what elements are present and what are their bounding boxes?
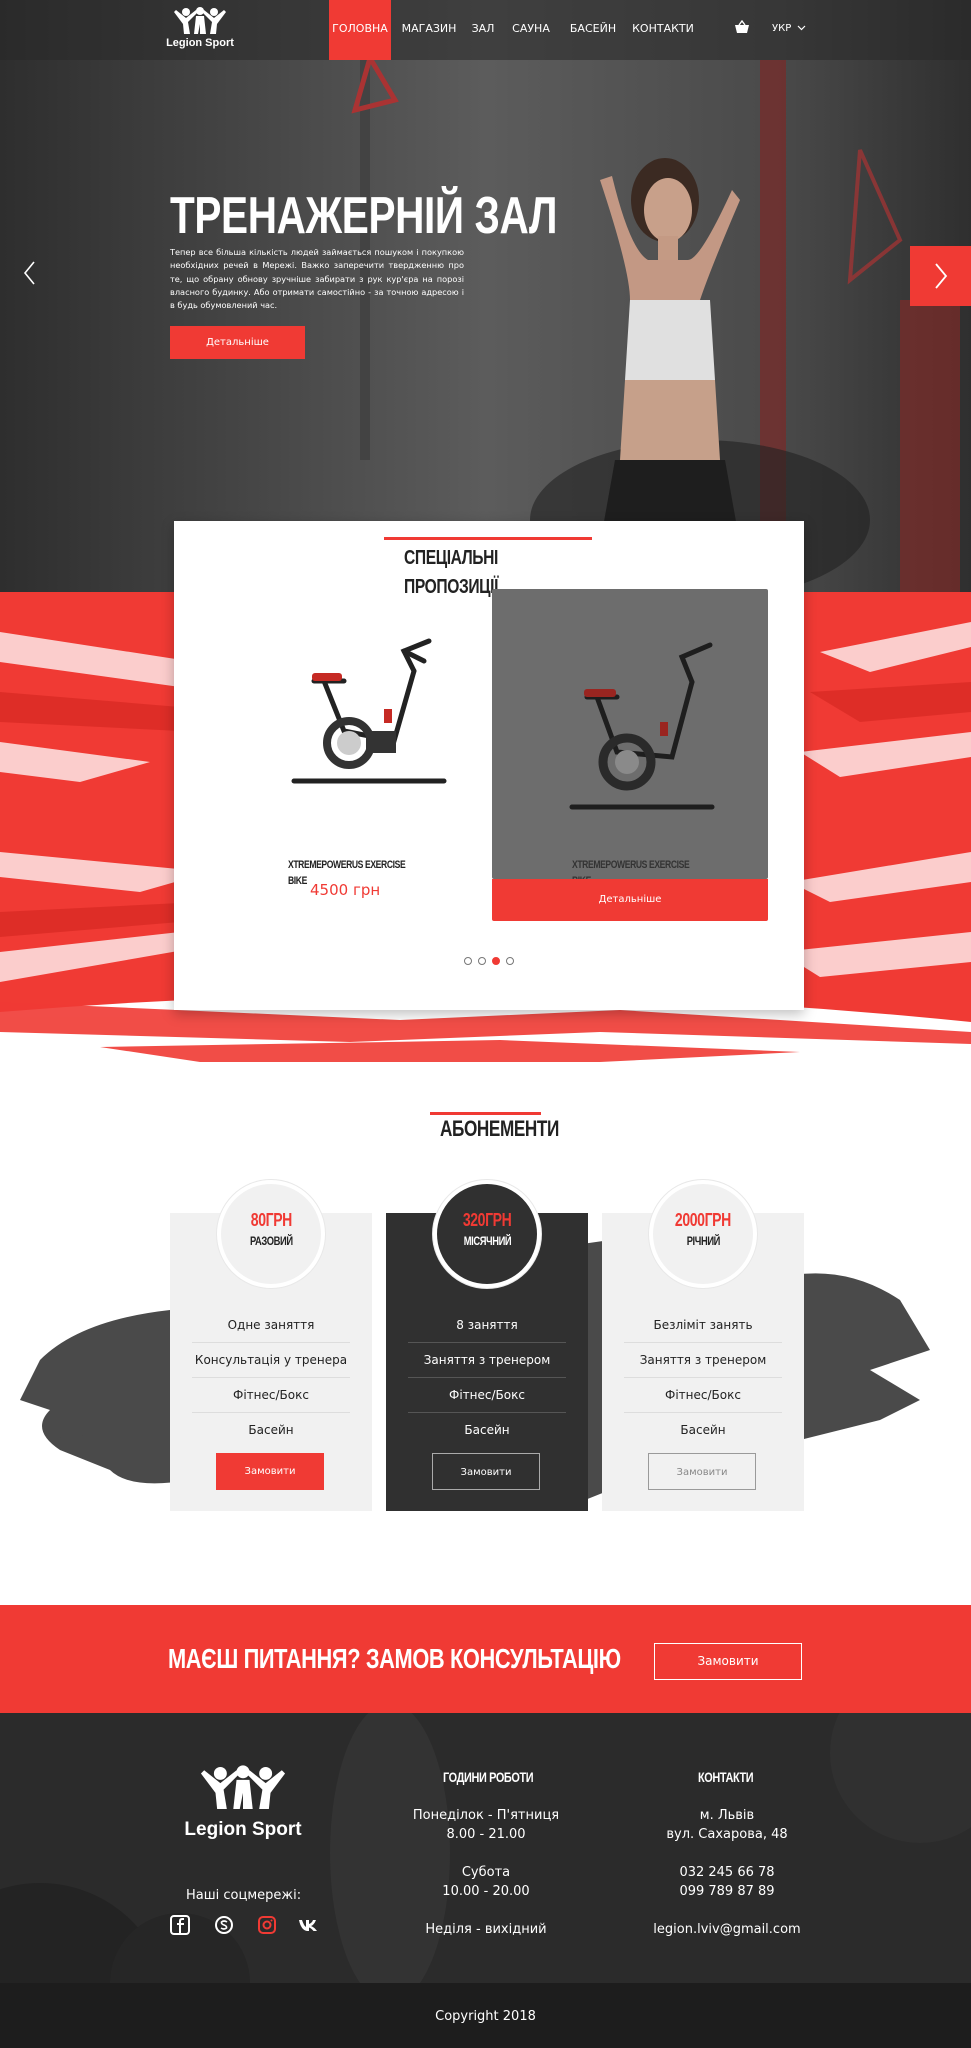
slider-prev-arrow-icon[interactable] xyxy=(18,258,42,288)
plan-feature: Басейн xyxy=(464,1423,510,1437)
section-accent-line xyxy=(384,537,592,540)
social-label: Наші соцмережі: xyxy=(186,1888,302,1903)
plan-price-circle: 2000ГРН РІЧНИЙ xyxy=(649,1180,757,1288)
plan-card-yearly: 2000ГРН РІЧНИЙ Безліміт занять Заняття з… xyxy=(602,1180,804,1511)
logo-figures-icon xyxy=(174,7,226,34)
plan-price: 2000ГРН xyxy=(675,1210,731,1230)
product-name-line1: XTREMEPOWERUS EXERCISE xyxy=(572,859,690,871)
offers-title-line1: СПЕЦІАЛЬНІ xyxy=(404,547,498,569)
contact-street: вул. Сахарова, 48 xyxy=(666,1827,788,1842)
plan-feature: Фітнес/Бокс xyxy=(192,1378,350,1413)
offers-title-line2: ПРОПОЗИЦІЇ xyxy=(404,576,499,598)
plan-price: 80ГРН xyxy=(250,1210,292,1230)
plan-feature: Одне заняття xyxy=(192,1308,350,1343)
section-accent-line xyxy=(430,1112,541,1115)
copyright-bar: Copyright 2018 xyxy=(0,1983,971,2048)
product-name-line1: XTREMEPOWERUS EXERCISE xyxy=(288,859,406,871)
contact-email[interactable]: legion.lviv@gmail.com xyxy=(607,1920,847,1939)
hero-section: Legion Sport ГОЛОВНА МАГАЗИН ЗАЛ САУНА Б… xyxy=(0,0,971,592)
footer: Legion Sport Наші соцмережі: ГОДИНИ РОБО… xyxy=(0,1713,971,1983)
vk-icon[interactable] xyxy=(298,1915,318,1935)
skype-icon[interactable] xyxy=(214,1915,234,1935)
footer-background-image xyxy=(0,1713,971,1983)
logo-text: Legion Sport xyxy=(166,37,234,49)
hours-weekdays-label: Понеділок - П'ятниця xyxy=(412,1808,560,1823)
order-button[interactable]: Замовити xyxy=(648,1453,756,1490)
hero-details-button[interactable]: Детальніше xyxy=(170,326,305,359)
consultation-banner: МАЄШ ПИТАННЯ? ЗАМОВ КОНСУЛЬТАЦІЮ Замовит… xyxy=(0,1605,971,1713)
exercise-bike-image[interactable] xyxy=(254,631,464,791)
exercise-bike-image xyxy=(569,642,715,810)
special-offers-card: СПЕЦІАЛЬНІ ПРОПОЗИЦІЇ XTREMEPOWERUS EXER… xyxy=(174,521,804,1010)
order-button[interactable]: Замовити xyxy=(216,1453,324,1490)
hero-description: Тепер все більша кількість людей займаєт… xyxy=(170,247,464,311)
nav-item-sauna[interactable]: САУНА xyxy=(507,0,555,60)
footer-logo[interactable]: Legion Sport xyxy=(178,1763,308,1847)
contact-phone[interactable]: 032 245 66 78 xyxy=(607,1863,847,1882)
slider-next-button[interactable] xyxy=(910,246,971,306)
nav-item-home[interactable]: ГОЛОВНА xyxy=(329,0,391,60)
plan-feature: Басейн xyxy=(248,1423,294,1437)
carousel-dot[interactable] xyxy=(506,957,514,965)
carousel-dot-active[interactable] xyxy=(492,957,500,965)
chevron-right-icon xyxy=(935,263,948,289)
product-details-button[interactable]: Детальніше xyxy=(492,879,768,921)
plan-feature: Консультація у тренера xyxy=(192,1343,350,1378)
hours-title: ГОДИНИ РОБОТИ xyxy=(443,1769,534,1785)
product-card-hover[interactable]: XTREMEPOWERUS EXERCISE BIKE xyxy=(492,589,768,887)
consultation-order-button[interactable]: Замовити xyxy=(654,1643,802,1680)
copyright-text: Copyright 2018 xyxy=(435,2009,536,2024)
nav-item-pool[interactable]: БАСЕЙН xyxy=(566,0,620,60)
language-selector[interactable]: УКР xyxy=(772,0,806,60)
instagram-icon[interactable] xyxy=(257,1915,277,1935)
plan-card-single: 80ГРН РАЗОВИЙ Одне заняття Консультація … xyxy=(170,1180,372,1511)
carousel-dot[interactable] xyxy=(478,957,486,965)
site-logo[interactable]: Legion Sport xyxy=(166,6,234,54)
nav-item-contacts[interactable]: КОНТАКТИ xyxy=(632,0,694,60)
plan-feature: Басейн xyxy=(680,1423,726,1437)
subscriptions-title: АБОНЕМЕНТИ xyxy=(440,1116,559,1141)
facebook-icon[interactable] xyxy=(170,1915,190,1935)
plan-feature: Фітнес/Бокс xyxy=(408,1378,566,1413)
plan-feature: 8 заняття xyxy=(408,1308,566,1343)
product-name-line2: BIKE xyxy=(288,875,307,887)
hours-saturday-label: Субота xyxy=(461,1865,511,1880)
nav-item-shop[interactable]: МАГАЗИН xyxy=(398,0,460,60)
plan-price-circle: 320ГРН МІСЯЧНИЙ xyxy=(433,1180,541,1288)
hours-weekdays-time: 8.00 - 21.00 xyxy=(446,1827,526,1842)
contact-city: м. Львів xyxy=(699,1808,755,1823)
footer-logo-text: Legion Sport xyxy=(184,1819,302,1840)
hours-saturday-time: 10.00 - 20.00 xyxy=(442,1884,530,1899)
plan-card-monthly: 320ГРН МІСЯЧНИЙ 8 заняття Заняття з трен… xyxy=(386,1180,588,1511)
plan-feature: Заняття з тренером xyxy=(624,1343,782,1378)
plan-feature: Заняття з тренером xyxy=(408,1343,566,1378)
chevron-down-icon xyxy=(797,25,806,31)
plan-type: РІЧНИЙ xyxy=(686,1234,720,1248)
order-button[interactable]: Замовити xyxy=(432,1453,540,1490)
top-navbar: Legion Sport ГОЛОВНА МАГАЗИН ЗАЛ САУНА Б… xyxy=(0,0,971,60)
cart-icon[interactable] xyxy=(734,20,750,36)
nav-item-gym[interactable]: ЗАЛ xyxy=(465,0,501,60)
hours-sunday: Неділя - вихідний xyxy=(425,1922,547,1937)
hero-title: ТРЕНАЖЕРНІЙ ЗАЛ xyxy=(170,187,558,245)
plan-feature: Безліміт занять xyxy=(624,1308,782,1343)
carousel-dot[interactable] xyxy=(464,957,472,965)
product-price: 4500 грн xyxy=(310,881,381,899)
plan-type: МІСЯЧНИЙ xyxy=(463,1234,511,1248)
plan-price-circle: 80ГРН РАЗОВИЙ xyxy=(217,1180,325,1288)
consultation-text: МАЄШ ПИТАННЯ? ЗАМОВ КОНСУЛЬТАЦІЮ xyxy=(168,1643,621,1674)
plan-price: 320ГРН xyxy=(462,1210,512,1230)
contacts-title: КОНТАКТИ xyxy=(698,1769,754,1785)
contact-phone[interactable]: 099 789 87 89 xyxy=(607,1882,847,1901)
hero-background-image xyxy=(0,0,971,592)
language-label: УКР xyxy=(772,23,792,34)
plan-type: РАЗОВИЙ xyxy=(249,1234,293,1248)
plan-feature: Фітнес/Бокс xyxy=(624,1378,782,1413)
logo-figures-icon xyxy=(200,1765,286,1810)
